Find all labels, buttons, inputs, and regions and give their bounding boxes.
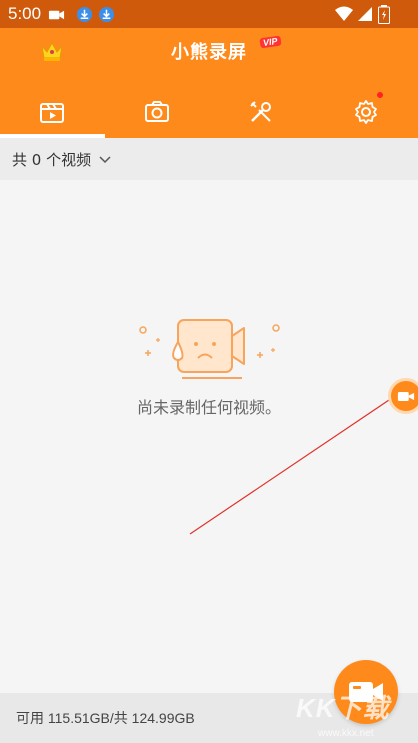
download-icon bbox=[76, 6, 93, 23]
tab-tools[interactable] bbox=[209, 86, 314, 138]
tab-settings[interactable] bbox=[314, 86, 418, 138]
sad-video-camera-icon bbox=[139, 319, 280, 379]
video-filter-dropdown[interactable]: 共 0 个视频 bbox=[0, 138, 418, 180]
signal-icon bbox=[358, 7, 372, 21]
floating-record-button[interactable] bbox=[388, 378, 418, 414]
app-title: 小熊录屏 bbox=[171, 42, 247, 63]
watermark-url: www.kkx.net bbox=[318, 728, 374, 739]
chevron-down-icon bbox=[99, 156, 111, 164]
storage-text: 可用 115.51GB/共 124.99GB bbox=[16, 710, 195, 726]
gear-icon bbox=[354, 100, 377, 124]
status-bar: 5:00 bbox=[0, 0, 418, 28]
tab-videos[interactable] bbox=[0, 86, 105, 138]
video-camera-icon bbox=[397, 391, 415, 401]
status-time: 5:00 bbox=[8, 4, 42, 23]
battery-icon bbox=[378, 5, 390, 24]
video-camera-icon bbox=[48, 10, 65, 20]
download-icon bbox=[98, 6, 115, 23]
watermark: KK下载 bbox=[296, 693, 390, 723]
video-count-label: 共 0 个视频 bbox=[12, 150, 92, 169]
main-tabs bbox=[0, 86, 418, 138]
notification-dot bbox=[377, 92, 383, 98]
tab-screenshots[interactable] bbox=[105, 86, 210, 138]
wifi-icon bbox=[335, 6, 353, 21]
tools-icon bbox=[250, 101, 272, 122]
camera-icon bbox=[144, 101, 169, 122]
video-clapper-icon bbox=[40, 103, 65, 123]
empty-message: 尚未录制任何视频。 bbox=[136, 398, 281, 417]
app-header: 小熊录屏 VIP bbox=[0, 28, 418, 138]
